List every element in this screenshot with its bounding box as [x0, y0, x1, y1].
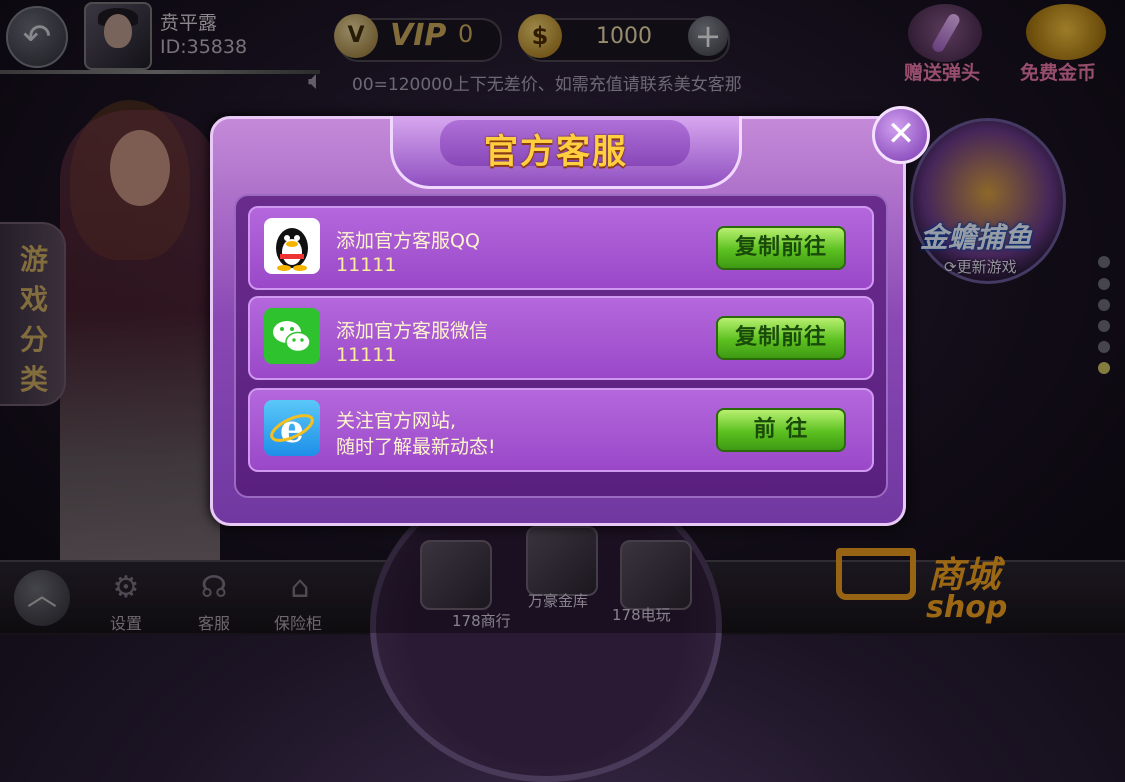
website-row-sub: 随时了解最新动态! [336, 436, 496, 458]
close-icon: ✕ [886, 114, 916, 154]
wechat-row-title: 添加官方客服微信 [336, 320, 489, 342]
dialog-title: 官方客服 [484, 132, 628, 172]
wechat-number: 11111 [336, 344, 397, 366]
copy-wechat-button[interactable]: 复制前往 [716, 316, 846, 360]
wechat-icon [264, 308, 320, 364]
svg-text:e: e [280, 406, 304, 451]
go-website-button[interactable]: 前 往 [716, 408, 846, 452]
website-row-title: 关注官方网站, [336, 410, 457, 432]
qq-penguin-icon [264, 218, 320, 274]
close-button[interactable]: ✕ [872, 106, 930, 164]
ie-browser-icon: e [264, 400, 320, 456]
copy-qq-button[interactable]: 复制前往 [716, 226, 846, 270]
qq-number: 11111 [336, 254, 397, 276]
qq-row-title: 添加官方客服QQ [336, 230, 480, 252]
